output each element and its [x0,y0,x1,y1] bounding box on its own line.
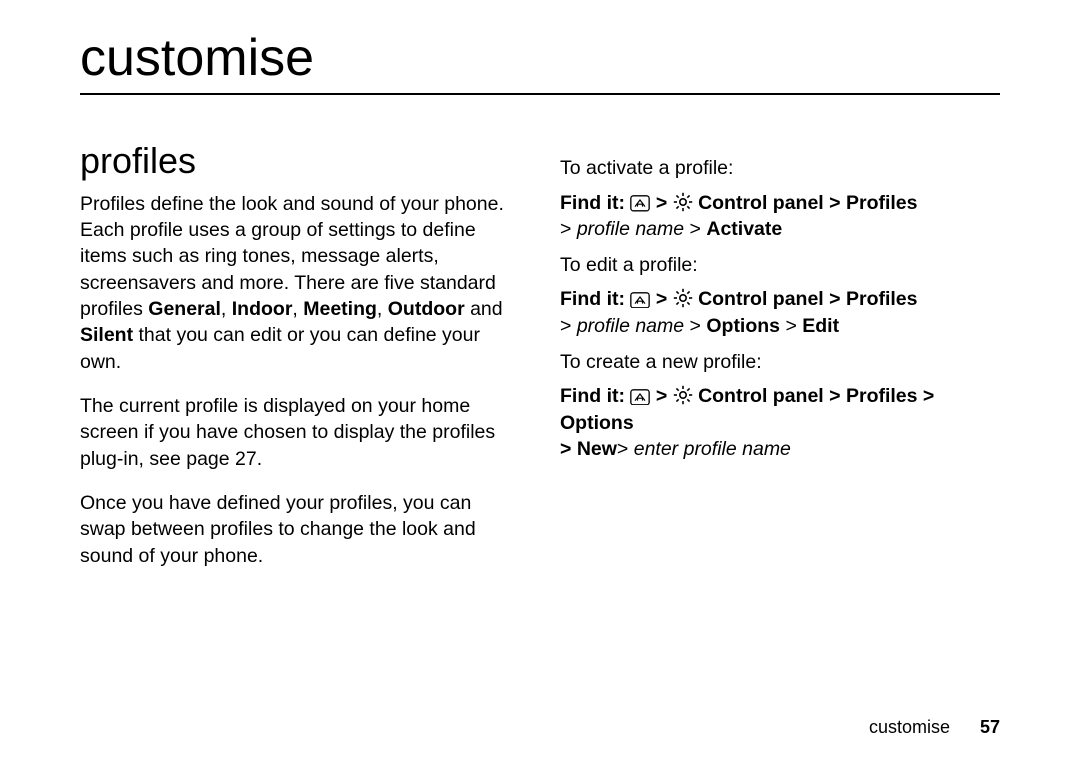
profile-outdoor: Outdoor [388,298,465,320]
create-intro: To create a new profile: [560,349,1000,375]
section-heading: profiles [80,141,520,181]
find-it-create: Find it: > Control panel > Profiles > Op… [560,383,1000,462]
text: , [221,298,232,320]
manual-page: customise profiles Profiles define the l… [0,0,1080,766]
find-it-edit: Find it: > Control panel > Profiles > pr… [560,286,1000,339]
home-icon [630,386,650,404]
gt: > [560,438,577,460]
profiles-label: Profiles [846,385,918,407]
two-column-body: profiles Profiles define the look and so… [80,123,1000,587]
sep: > [656,192,673,214]
control-panel-label: Control panel [698,288,824,310]
sep: > [824,385,846,407]
enter-profile-name: enter profile name [634,438,791,460]
profile-name-placeholder: profile name [577,218,684,240]
profiles-swap-info: Once you have defined your profiles, you… [80,490,520,569]
sep: > [918,385,935,407]
text: , [377,298,388,320]
profiles-display-info: The current profile is displayed on your… [80,393,520,472]
gt: > [560,218,577,240]
page-number: 57 [980,717,1000,738]
control-panel-label: Control panel [698,385,824,407]
profile-general: General [148,298,221,320]
find-it-label: Find it: [560,288,625,310]
edit-label: Edit [802,315,839,337]
new-label: New [577,438,617,460]
gt: > [617,438,634,460]
settings-icon [673,192,693,210]
chapter-rule [80,93,1000,95]
profiles-label: Profiles [846,288,918,310]
text: and [465,298,503,320]
profile-silent: Silent [80,324,133,346]
text: , [292,298,303,320]
left-column: profiles Profiles define the look and so… [80,123,520,587]
profiles-label: Profiles [846,192,918,214]
find-it-label: Find it: [560,192,625,214]
sep: > [684,218,706,240]
page-footer: customise 57 [869,717,1000,738]
gt: > [560,315,577,337]
edit-intro: To edit a profile: [560,252,1000,278]
find-it-activate: Find it: > Control panel > Profiles > pr… [560,190,1000,243]
profile-meeting: Meeting [303,298,377,320]
activate-intro: To activate a profile: [560,155,1000,181]
sep: > [824,288,846,310]
text: that you can edit or you can define your… [80,324,480,372]
sep: > [656,385,673,407]
profile-indoor: Indoor [232,298,293,320]
profiles-definition: Profiles define the look and sound of yo… [80,191,520,375]
sep: > [684,315,706,337]
options-label: Options [560,412,634,434]
profile-name-placeholder: profile name [577,315,684,337]
right-column: To activate a profile: Find it: > Contro… [560,123,1000,587]
sep: > [824,192,846,214]
find-it-label: Find it: [560,385,625,407]
activate-label: Activate [706,218,782,240]
settings-icon [673,288,693,306]
footer-chapter: customise [869,717,950,738]
home-icon [630,289,650,307]
chapter-heading: customise [80,30,1000,87]
home-icon [630,193,650,211]
sep: > [656,288,673,310]
control-panel-label: Control panel [698,192,824,214]
sep: > [780,315,802,337]
settings-icon [673,385,693,403]
options-label: Options [706,315,780,337]
